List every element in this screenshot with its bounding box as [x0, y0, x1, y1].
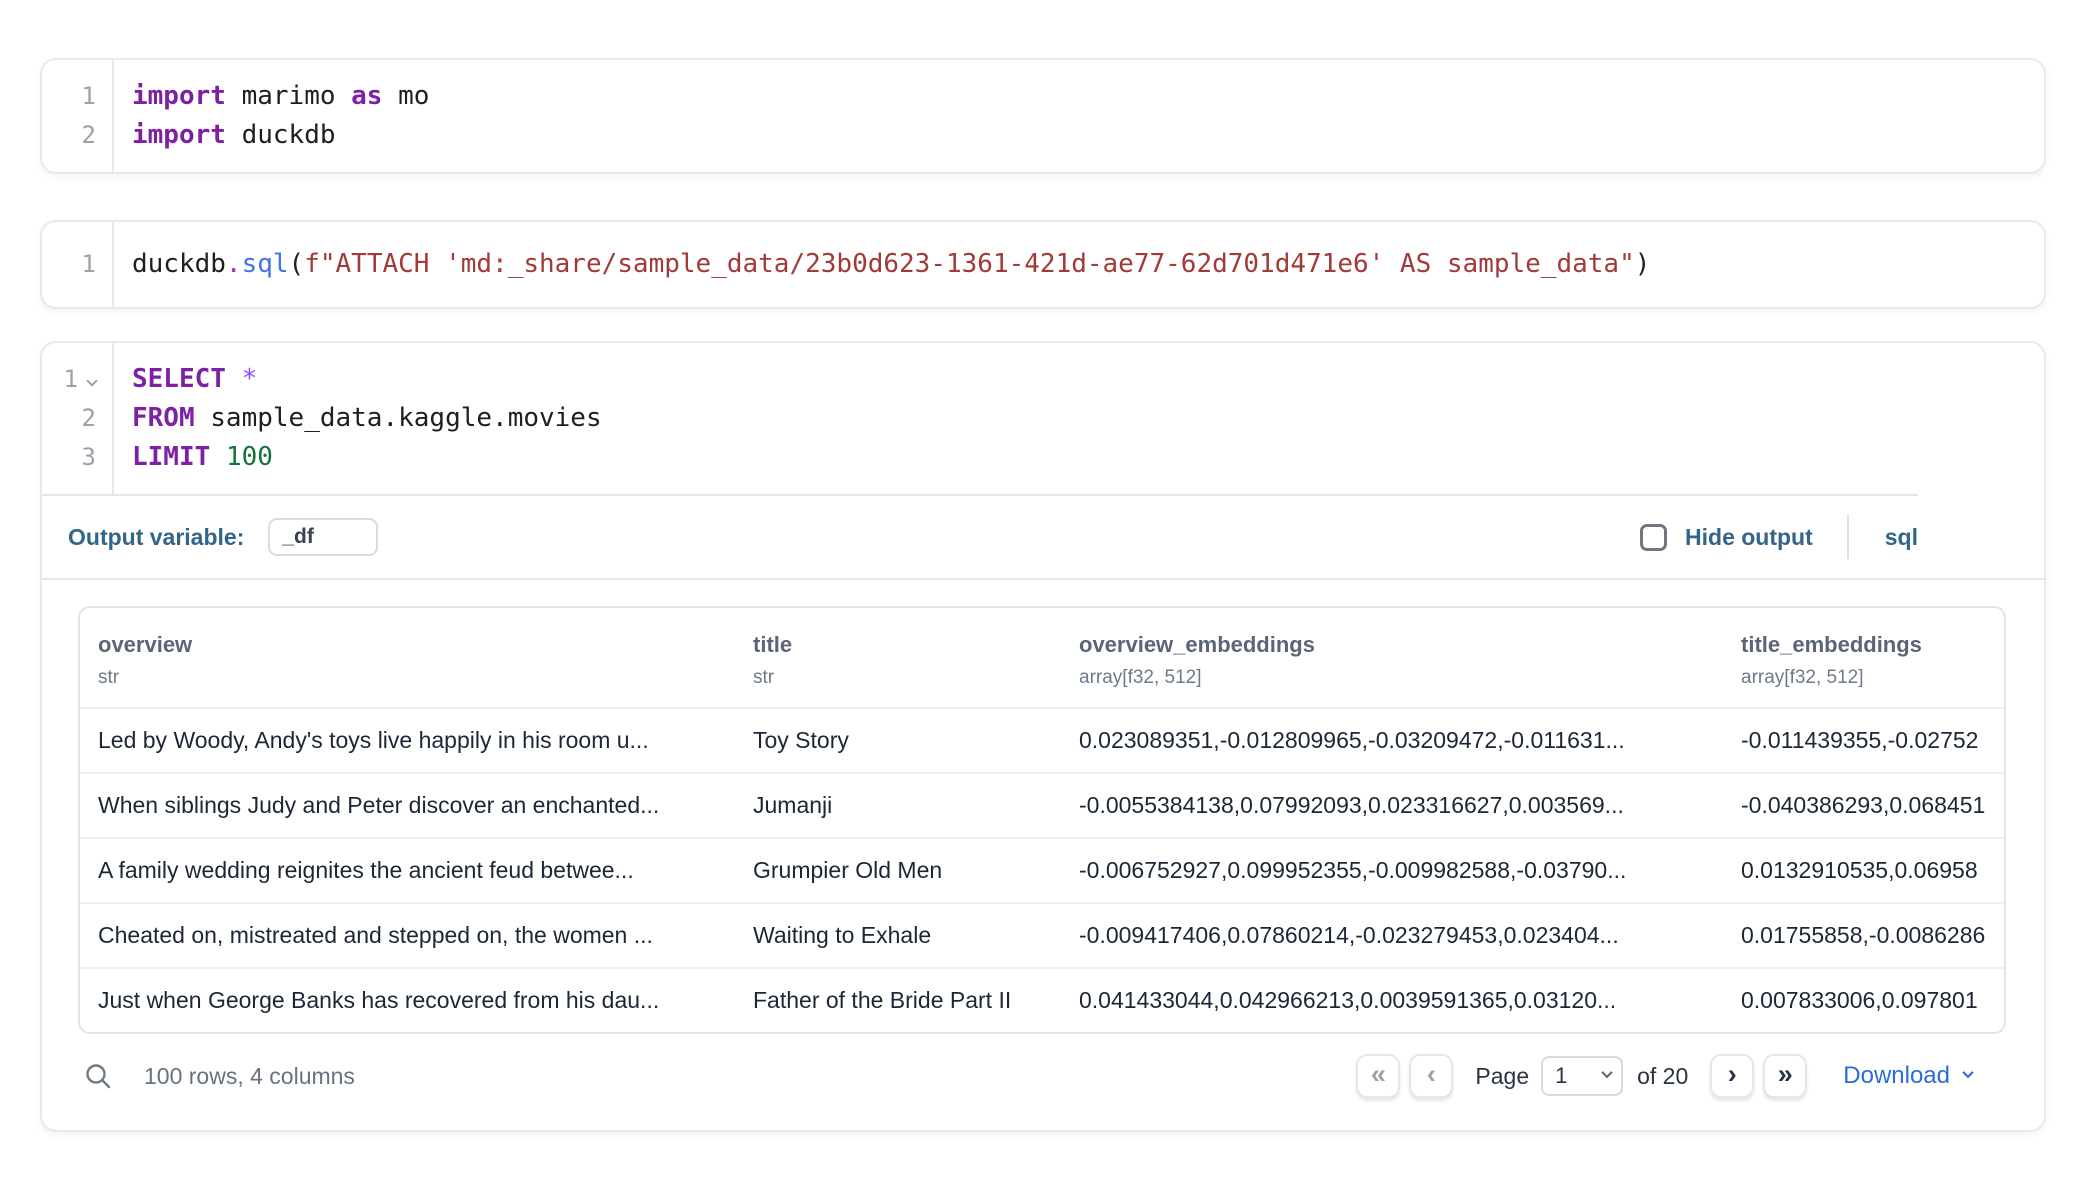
table-cell: -0.040386293,0.068451: [1723, 774, 2004, 837]
fold-chevron-icon[interactable]: [86, 375, 97, 386]
column-header[interactable]: overview str: [80, 608, 735, 707]
table-cell: When siblings Judy and Peter discover an…: [80, 774, 735, 837]
table-cell: Father of the Bride Part II: [735, 969, 1061, 1032]
page-total-label: of 20: [1637, 1063, 1688, 1090]
table-cell: 0.041433044,0.042966213,0.0039591365,0.0…: [1061, 969, 1723, 1032]
last-page-button[interactable]: »: [1763, 1054, 1807, 1098]
table-cell: 0.023089351,-0.012809965,-0.03209472,-0.…: [1061, 709, 1723, 772]
table-row: Just when George Banks has recovered fro…: [80, 967, 2004, 1032]
table-cell: -0.009417406,0.07860214,-0.023279453,0.0…: [1061, 904, 1723, 967]
line-number-gutter: 12: [42, 60, 114, 172]
table-cell: -0.011439355,-0.02752: [1723, 709, 2004, 772]
code-line: duckdb.sql(f"ATTACH 'md:_share/sample_da…: [132, 245, 2024, 284]
table-cell: Grumpier Old Men: [735, 839, 1061, 902]
column-name: overview: [98, 632, 717, 658]
column-dtype: array[f32, 512]: [1741, 667, 1986, 689]
code-line: SELECT *: [132, 360, 2024, 399]
line-number-gutter: 1: [42, 222, 114, 307]
code-cell-imports: 12import marimo as moimport duckdb: [40, 58, 2046, 174]
table-row: A family wedding reignites the ancient f…: [80, 837, 2004, 902]
code-line: import duckdb: [132, 116, 2024, 155]
code-editor[interactable]: 1 duckdb.sql(f"ATTACH 'md:_share/sample_d…: [42, 222, 2044, 307]
output-variable-label: Output variable:: [68, 524, 244, 551]
code-lines: import marimo as moimport duckdb: [114, 60, 2044, 172]
next-page-button[interactable]: ›: [1710, 1054, 1754, 1098]
code-line: import marimo as mo: [132, 77, 2024, 116]
table-cell: Jumanji: [735, 774, 1061, 837]
search-icon[interactable]: [84, 1062, 112, 1090]
column-name: title: [753, 632, 1043, 658]
line-number-gutter: 123: [42, 343, 114, 494]
line-number: 2: [42, 116, 96, 155]
column-name: overview_embeddings: [1079, 632, 1705, 658]
output-variable-input[interactable]: [268, 518, 378, 556]
column-header[interactable]: title str: [735, 608, 1061, 707]
table-cell: Toy Story: [735, 709, 1061, 772]
code-cell-attach: 1 duckdb.sql(f"ATTACH 'md:_share/sample_d…: [40, 220, 2046, 309]
hide-output-label[interactable]: Hide output: [1685, 524, 1813, 551]
page-select-value: 1: [1555, 1063, 1567, 1089]
line-number: 1: [42, 77, 96, 116]
first-page-button[interactable]: «: [1356, 1054, 1400, 1098]
column-header[interactable]: title_embeddings array[f32, 512]: [1723, 608, 2004, 707]
code-editor[interactable]: 12import marimo as moimport duckdb: [42, 60, 2044, 172]
table-cell: 0.0132910535,0.06958: [1723, 839, 2004, 902]
code-lines: SELECT *FROM sample_data.kaggle.moviesLI…: [114, 343, 2044, 494]
download-button[interactable]: Download: [1843, 1062, 1972, 1090]
table-row: When siblings Judy and Peter discover an…: [80, 772, 2004, 837]
table-cell: 0.01755858,-0.0086286: [1723, 904, 2004, 967]
chevron-down-icon: [1962, 1067, 1973, 1078]
line-number: 3: [42, 438, 96, 477]
line-number: 1: [42, 245, 96, 284]
table-footer: 100 rows, 4 columns « ‹ Page 1 of 20 › »…: [78, 1034, 2006, 1118]
table-cell: -0.006752927,0.099952355,-0.009982588,-0…: [1061, 839, 1723, 902]
table-cell: Cheated on, mistreated and stepped on, t…: [80, 904, 735, 967]
line-number: 2: [42, 399, 96, 438]
chevron-down-icon: [1601, 1067, 1612, 1078]
previous-page-button[interactable]: ‹: [1409, 1054, 1453, 1098]
cell-output-area: overview str title str overview_embeddingsar…: [42, 580, 2044, 1130]
download-label: Download: [1843, 1062, 1950, 1090]
code-line: LIMIT 100: [132, 438, 2024, 477]
table-cell: Waiting to Exhale: [735, 904, 1061, 967]
sql-cell-toolbar: Output variable: Hide output sql: [42, 496, 2044, 578]
table-cell: A family wedding reignites the ancient f…: [80, 839, 735, 902]
table-header-row: overview str title str overview_embeddingsar…: [80, 608, 2004, 707]
sql-code-editor[interactable]: 123SELECT *FROM sample_data.kaggle.movie…: [42, 343, 2044, 494]
code-lines: duckdb.sql(f"ATTACH 'md:_share/sample_da…: [114, 222, 2044, 307]
toolbar-separator: [1847, 515, 1849, 559]
column-dtype: str: [98, 667, 717, 689]
line-number: 1: [42, 360, 96, 399]
table-body: Led by Woody, Andy's toys live happily i…: [80, 707, 2004, 1032]
language-toggle-sql[interactable]: sql: [1885, 524, 1918, 551]
page-select[interactable]: 1: [1541, 1056, 1623, 1096]
column-dtype: str: [753, 667, 1043, 689]
table-row: Cheated on, mistreated and stepped on, t…: [80, 902, 2004, 967]
table-cell: -0.0055384138,0.07992093,0.023316627,0.0…: [1061, 774, 1723, 837]
table-row: Led by Woody, Andy's toys live happily i…: [80, 707, 2004, 772]
column-name: title_embeddings: [1741, 632, 1986, 658]
table-cell: Led by Woody, Andy's toys live happily i…: [80, 709, 735, 772]
hide-output-checkbox[interactable]: [1640, 524, 1667, 551]
result-table: overview str title str overview_embeddingsar…: [78, 606, 2006, 1034]
sql-cell: 123SELECT *FROM sample_data.kaggle.movie…: [40, 341, 2046, 1132]
column-dtype: array[f32, 512]: [1079, 667, 1705, 689]
code-line: FROM sample_data.kaggle.movies: [132, 399, 2024, 438]
table-cell: 0.007833006,0.097801: [1723, 969, 2004, 1032]
page-label: Page: [1475, 1063, 1529, 1090]
column-header[interactable]: overview_embeddings array[f32, 512]: [1061, 608, 1723, 707]
table-cell: Just when George Banks has recovered fro…: [80, 969, 735, 1032]
marimo-notebook: 12import marimo as moimport duckdb 1duck…: [40, 58, 2046, 1132]
row-count-summary: 100 rows, 4 columns: [144, 1063, 355, 1090]
